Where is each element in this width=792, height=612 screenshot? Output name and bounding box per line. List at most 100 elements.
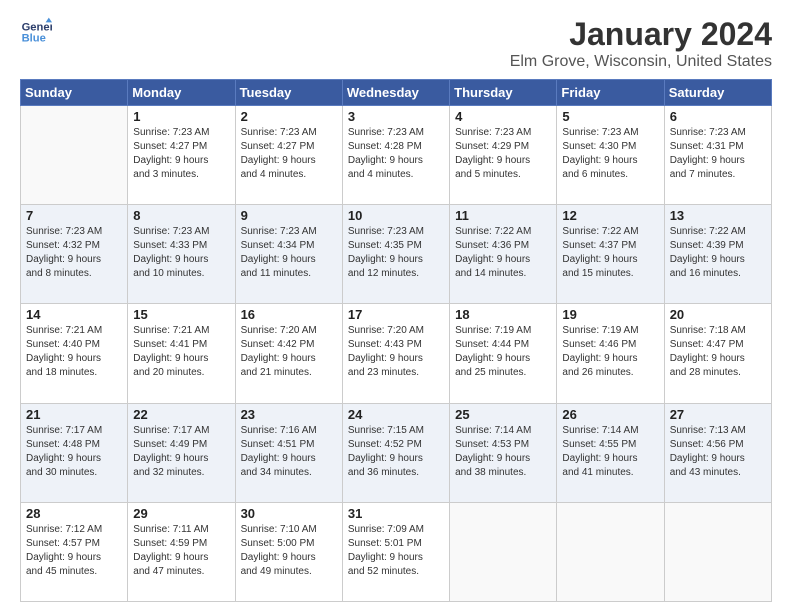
- day-number: 5: [562, 109, 658, 124]
- calendar-week-row: 1 Sunrise: 7:23 AM Sunset: 4:27 PM Daylig…: [21, 106, 772, 205]
- day-info: Sunrise: 7:17 AM Sunset: 4:48 PM Dayligh…: [26, 424, 122, 480]
- day-info: Sunrise: 7:22 AM Sunset: 4:36 PM Dayligh…: [455, 225, 551, 281]
- table-row: 1 Sunrise: 7:23 AM Sunset: 4:27 PM Daylig…: [128, 106, 235, 205]
- day-info: Sunrise: 7:19 AM Sunset: 4:44 PM Dayligh…: [455, 324, 551, 380]
- day-info: Sunrise: 7:19 AM Sunset: 4:46 PM Dayligh…: [562, 324, 658, 380]
- day-number: 11: [455, 208, 551, 223]
- day-number: 19: [562, 307, 658, 322]
- day-number: 13: [670, 208, 766, 223]
- table-row: [450, 502, 557, 601]
- table-row: [557, 502, 664, 601]
- day-number: 18: [455, 307, 551, 322]
- table-row: 14 Sunrise: 7:21 AM Sunset: 4:40 PM Dayli…: [21, 304, 128, 403]
- day-number: 3: [348, 109, 444, 124]
- day-info: Sunrise: 7:22 AM Sunset: 4:39 PM Dayligh…: [670, 225, 766, 281]
- day-number: 15: [133, 307, 229, 322]
- day-info: Sunrise: 7:23 AM Sunset: 4:28 PM Dayligh…: [348, 126, 444, 182]
- calendar-week-row: 21 Sunrise: 7:17 AM Sunset: 4:48 PM Dayli…: [21, 403, 772, 502]
- table-row: 29 Sunrise: 7:11 AM Sunset: 4:59 PM Dayli…: [128, 502, 235, 601]
- day-info: Sunrise: 7:14 AM Sunset: 4:55 PM Dayligh…: [562, 424, 658, 480]
- table-row: 9Sunrise: 7:23 AM Sunset: 4:34 PM Daylig…: [235, 205, 342, 304]
- title-section: January 2024 Elm Grove, Wisconsin, Unite…: [510, 16, 772, 71]
- header: General Blue January 2024 Elm Grove, Wis…: [20, 16, 772, 71]
- day-number: 26: [562, 407, 658, 422]
- table-row: 5Sunrise: 7:23 AM Sunset: 4:30 PM Daylig…: [557, 106, 664, 205]
- day-number: 9: [241, 208, 337, 223]
- col-thursday: Thursday: [450, 80, 557, 106]
- day-info: Sunrise: 7:23 AM Sunset: 4:31 PM Dayligh…: [670, 126, 766, 182]
- day-info: Sunrise: 7:16 AM Sunset: 4:51 PM Dayligh…: [241, 424, 337, 480]
- day-number: 22: [133, 407, 229, 422]
- day-number: 6: [670, 109, 766, 124]
- col-saturday: Saturday: [664, 80, 771, 106]
- table-row: 23Sunrise: 7:16 AM Sunset: 4:51 PM Dayli…: [235, 403, 342, 502]
- day-number: 27: [670, 407, 766, 422]
- day-number: 29: [133, 506, 229, 521]
- header-row: Sunday Monday Tuesday Wednesday Thursday…: [21, 80, 772, 106]
- col-tuesday: Tuesday: [235, 80, 342, 106]
- table-row: 6 Sunrise: 7:23 AM Sunset: 4:31 PM Daylig…: [664, 106, 771, 205]
- day-number: 28: [26, 506, 122, 521]
- day-info: Sunrise: 7:23 AM Sunset: 4:32 PM Dayligh…: [26, 225, 122, 281]
- calendar-week-row: 7 Sunrise: 7:23 AM Sunset: 4:32 PM Daylig…: [21, 205, 772, 304]
- day-info: Sunrise: 7:23 AM Sunset: 4:27 PM Dayligh…: [133, 126, 229, 182]
- table-row: 18 Sunrise: 7:19 AM Sunset: 4:44 PM Dayli…: [450, 304, 557, 403]
- day-number: 7: [26, 208, 122, 223]
- calendar-table: Sunday Monday Tuesday Wednesday Thursday…: [20, 79, 772, 602]
- table-row: 4 Sunrise: 7:23 AM Sunset: 4:29 PM Daylig…: [450, 106, 557, 205]
- table-row: 7 Sunrise: 7:23 AM Sunset: 4:32 PM Daylig…: [21, 205, 128, 304]
- calendar-week-row: 14 Sunrise: 7:21 AM Sunset: 4:40 PM Dayli…: [21, 304, 772, 403]
- day-number: 24: [348, 407, 444, 422]
- day-info: Sunrise: 7:20 AM Sunset: 4:42 PM Dayligh…: [241, 324, 337, 380]
- day-number: 14: [26, 307, 122, 322]
- svg-text:Blue: Blue: [22, 33, 46, 45]
- table-row: 26 Sunrise: 7:14 AM Sunset: 4:55 PM Dayli…: [557, 403, 664, 502]
- main-title: January 2024: [510, 16, 772, 53]
- day-info: Sunrise: 7:23 AM Sunset: 4:33 PM Dayligh…: [133, 225, 229, 281]
- day-info: Sunrise: 7:10 AM Sunset: 5:00 PM Dayligh…: [241, 523, 337, 579]
- subtitle: Elm Grove, Wisconsin, United States: [510, 53, 772, 71]
- day-info: Sunrise: 7:15 AM Sunset: 4:52 PM Dayligh…: [348, 424, 444, 480]
- day-info: Sunrise: 7:22 AM Sunset: 4:37 PM Dayligh…: [562, 225, 658, 281]
- table-row: [21, 106, 128, 205]
- day-number: 25: [455, 407, 551, 422]
- day-number: 4: [455, 109, 551, 124]
- day-info: Sunrise: 7:13 AM Sunset: 4:56 PM Dayligh…: [670, 424, 766, 480]
- day-info: Sunrise: 7:18 AM Sunset: 4:47 PM Dayligh…: [670, 324, 766, 380]
- day-info: Sunrise: 7:17 AM Sunset: 4:49 PM Dayligh…: [133, 424, 229, 480]
- svg-text:General: General: [22, 21, 52, 33]
- col-monday: Monday: [128, 80, 235, 106]
- table-row: 22 Sunrise: 7:17 AM Sunset: 4:49 PM Dayli…: [128, 403, 235, 502]
- table-row: 25 Sunrise: 7:14 AM Sunset: 4:53 PM Dayli…: [450, 403, 557, 502]
- table-row: 12 Sunrise: 7:22 AM Sunset: 4:37 PM Dayli…: [557, 205, 664, 304]
- table-row: 30Sunrise: 7:10 AM Sunset: 5:00 PM Dayli…: [235, 502, 342, 601]
- col-wednesday: Wednesday: [342, 80, 449, 106]
- table-row: 27 Sunrise: 7:13 AM Sunset: 4:56 PM Dayli…: [664, 403, 771, 502]
- day-number: 8: [133, 208, 229, 223]
- table-row: 16Sunrise: 7:20 AM Sunset: 4:42 PM Dayli…: [235, 304, 342, 403]
- day-number: 20: [670, 307, 766, 322]
- table-row: 15 Sunrise: 7:21 AM Sunset: 4:41 PM Dayli…: [128, 304, 235, 403]
- day-number: 1: [133, 109, 229, 124]
- day-info: Sunrise: 7:11 AM Sunset: 4:59 PM Dayligh…: [133, 523, 229, 579]
- day-info: Sunrise: 7:23 AM Sunset: 4:29 PM Dayligh…: [455, 126, 551, 182]
- day-number: 21: [26, 407, 122, 422]
- col-sunday: Sunday: [21, 80, 128, 106]
- day-info: Sunrise: 7:21 AM Sunset: 4:41 PM Dayligh…: [133, 324, 229, 380]
- col-friday: Friday: [557, 80, 664, 106]
- table-row: 13 Sunrise: 7:22 AM Sunset: 4:39 PM Dayli…: [664, 205, 771, 304]
- table-row: [664, 502, 771, 601]
- day-info: Sunrise: 7:21 AM Sunset: 4:40 PM Dayligh…: [26, 324, 122, 380]
- day-info: Sunrise: 7:23 AM Sunset: 4:35 PM Dayligh…: [348, 225, 444, 281]
- table-row: 20 Sunrise: 7:18 AM Sunset: 4:47 PM Dayli…: [664, 304, 771, 403]
- table-row: 19 Sunrise: 7:19 AM Sunset: 4:46 PM Dayli…: [557, 304, 664, 403]
- page: General Blue January 2024 Elm Grove, Wis…: [0, 0, 792, 612]
- day-number: 10: [348, 208, 444, 223]
- table-row: 3 Sunrise: 7:23 AM Sunset: 4:28 PM Daylig…: [342, 106, 449, 205]
- table-row: 2Sunrise: 7:23 AM Sunset: 4:27 PM Daylig…: [235, 106, 342, 205]
- day-info: Sunrise: 7:14 AM Sunset: 4:53 PM Dayligh…: [455, 424, 551, 480]
- logo-icon: General Blue: [20, 16, 52, 48]
- table-row: 10 Sunrise: 7:23 AM Sunset: 4:35 PM Dayli…: [342, 205, 449, 304]
- table-row: 11 Sunrise: 7:22 AM Sunset: 4:36 PM Dayli…: [450, 205, 557, 304]
- day-number: 12: [562, 208, 658, 223]
